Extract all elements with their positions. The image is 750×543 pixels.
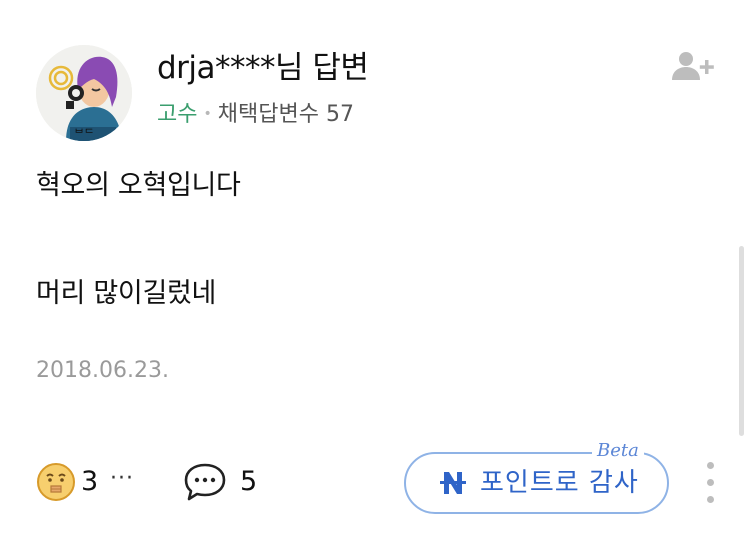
separator-dot: • [203,106,212,122]
answer-body-line: 머리 많이길렀네 [36,278,217,309]
comment-count: 5 [240,466,258,497]
speech-bubble-icon[interactable] [183,462,227,502]
author-avatar[interactable]: ᄇᄃ [36,45,132,141]
add-friend-icon[interactable] [672,50,716,82]
naver-n-icon [438,468,468,498]
svg-text:ᄇᄃ: ᄇᄃ [74,127,94,140]
adopted-answers-count: 57 [325,102,354,127]
reaction-count: 3 [81,466,99,497]
author-meta: 고수 • 채택답변수 57 [157,100,354,132]
thinking-face-icon[interactable] [36,462,76,502]
reaction-more-button[interactable]: ··· [110,464,134,494]
answer-date: 2018.06.23. [36,358,169,383]
beta-badge: Beta [592,440,644,462]
scrollbar[interactable] [739,246,744,436]
vertical-dots-icon[interactable] [701,462,719,508]
author-grade: 고수 [157,102,198,127]
thanks-button-label: 포인트로 감사 [480,468,639,498]
answer-body-line: 혁오의 오혁입니다 [36,170,241,201]
author-name[interactable]: drja****님 답변 [157,48,369,88]
adopted-answers-label: 채택답변수 [217,102,319,127]
